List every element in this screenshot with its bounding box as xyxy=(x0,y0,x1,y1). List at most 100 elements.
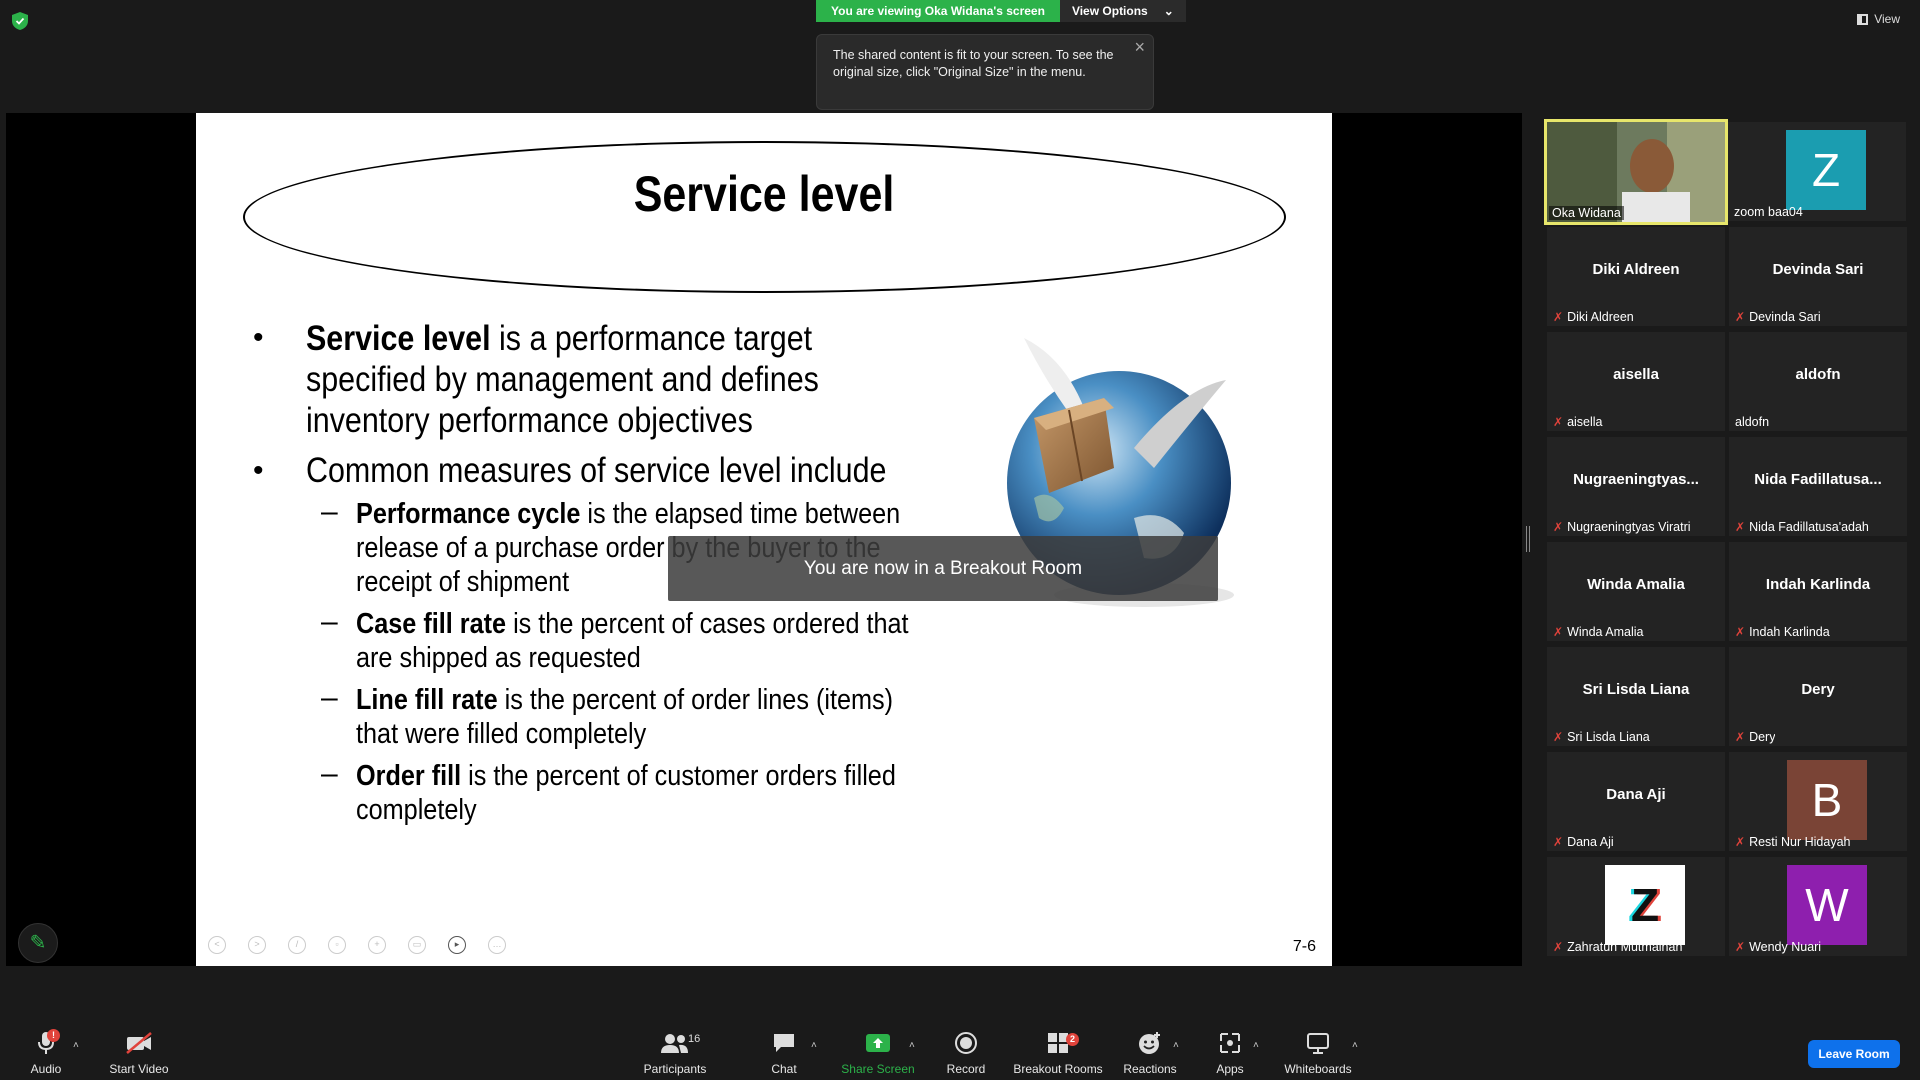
apps-icon xyxy=(1220,1033,1240,1053)
slide-title: Service level xyxy=(633,166,895,222)
pen-icon[interactable]: / xyxy=(288,936,306,954)
participant-tile-indah-karlinda[interactable]: Indah Karlinda ✗ Indah Karlinda xyxy=(1729,542,1907,641)
close-icon[interactable]: × xyxy=(1134,38,1145,56)
participant-tile-zoom-baa04[interactable]: Z zoom baa04 xyxy=(1728,122,1906,221)
whiteboards-caret-icon[interactable]: ˄ xyxy=(1352,1040,1358,1051)
participant-name-label: ✗ Diki Aldreen xyxy=(1553,310,1634,324)
bullet-1-term: Service level xyxy=(306,319,491,358)
participants-label: Participants xyxy=(643,1062,707,1076)
sub-4-term: Order fill xyxy=(356,760,462,792)
zoom-icon[interactable]: + xyxy=(368,936,386,954)
participant-name-label: ✗ Wendy Nuari xyxy=(1735,940,1821,954)
sub-1-text: is the elapsed time between xyxy=(580,498,901,530)
participant-tile-aldofn[interactable]: aldofn aldofn xyxy=(1729,332,1907,431)
sub-3-term: Line fill rate xyxy=(356,684,498,716)
audio-alert-badge: ! xyxy=(47,1029,60,1042)
bullet-2: Common measures of service level include xyxy=(306,451,887,490)
participant-name-label: ✗ Sri Lisda Liana xyxy=(1553,730,1650,744)
mic-muted-icon: ✗ xyxy=(1553,415,1564,429)
security-shield-icon[interactable] xyxy=(12,12,28,30)
panel-resize-handle[interactable] xyxy=(1526,526,1530,552)
reactions-caret-icon[interactable]: ˄ xyxy=(1173,1040,1179,1051)
participant-tile-wendy-nuari[interactable]: W ✗ Wendy Nuari xyxy=(1729,857,1907,956)
participant-tile-devinda-sari[interactable]: Devinda Sari ✗ Devinda Sari xyxy=(1729,227,1907,326)
fit-to-screen-tooltip: The shared content is fit to your screen… xyxy=(816,34,1154,110)
avatar: Z xyxy=(1786,130,1866,210)
avatar: W xyxy=(1787,865,1867,945)
mic-muted-icon: ✗ xyxy=(1553,730,1564,744)
participant-name-label: ✗ Indah Karlinda xyxy=(1735,625,1830,639)
sub-3-line-2: that were filled completely xyxy=(356,718,647,750)
video-off-icon xyxy=(126,1032,152,1054)
sub-2-term: Case fill rate xyxy=(356,608,507,640)
participant-tile-sri-lisda-liana[interactable]: Sri Lisda Liana ✗ Sri Lisda Liana xyxy=(1547,647,1725,746)
more-icon[interactable]: … xyxy=(488,936,506,954)
view-label: View xyxy=(1874,12,1900,26)
participant-tile-zahratun-mutmainah[interactable]: Z ✗ Zahratun Mutmainah xyxy=(1547,857,1725,956)
breakout-rooms-icon xyxy=(1048,1033,1068,1053)
slides-icon[interactable]: ▭ xyxy=(408,936,426,954)
participant-display-name: Dana Aji xyxy=(1606,786,1666,803)
audio-label: Audio xyxy=(30,1062,62,1076)
sub-3-line-1: Line fill rate is the percent of order l… xyxy=(356,683,893,717)
participant-tile-oka-widana[interactable]: Oka Widana xyxy=(1544,119,1728,225)
participant-name-label: Oka Widana xyxy=(1549,206,1624,220)
participant-tile-dana-aji[interactable]: Dana Aji ✗ Dana Aji xyxy=(1547,752,1725,851)
participant-name-label: ✗ Dery xyxy=(1735,730,1775,744)
breakout-rooms-label: Breakout Rooms xyxy=(1013,1062,1103,1076)
participant-name-label: ✗ Zahratun Mutmainah xyxy=(1553,940,1682,954)
participant-tile-dery[interactable]: Dery ✗ Dery xyxy=(1729,647,1907,746)
participant-tile-nugraeningtyas[interactable]: Nugraeningtyas... ✗ Nugraeningtyas Viratr… xyxy=(1547,437,1725,536)
participant-tile-nida[interactable]: Nida Fadillatusa... ✗ Nida Fadillatusa'ad… xyxy=(1729,437,1907,536)
participant-name: Nida Fadillatusa'adah xyxy=(1749,520,1869,534)
participant-name: Diki Aldreen xyxy=(1567,310,1634,324)
slide-controls: < > / ▫ + ▭ ▸ … xyxy=(208,936,506,954)
participant-name-label: aldofn xyxy=(1735,415,1769,429)
participant-name: Wendy Nuari xyxy=(1749,940,1822,954)
share-caret-icon[interactable]: ˄ xyxy=(909,1040,915,1051)
participant-display-name: Nugraeningtyas... xyxy=(1573,471,1699,488)
audio-caret-icon[interactable]: ˄ xyxy=(73,1040,79,1051)
sub-4-line-2: completely xyxy=(356,794,477,826)
sub-4-text: is the percent of customer orders filled xyxy=(461,760,896,792)
sub-4-line-1: Order fill is the percent of customer or… xyxy=(356,759,896,793)
whiteboards-label: Whiteboards xyxy=(1284,1062,1352,1076)
whiteboards-button[interactable]: Whiteboards xyxy=(1282,1030,1354,1076)
leave-room-button[interactable]: Leave Room xyxy=(1808,1040,1900,1068)
annotate-pencil-icon[interactable]: ✎ xyxy=(18,923,58,963)
start-video-button[interactable]: Start Video xyxy=(104,1030,174,1076)
previous-slide-icon[interactable]: < xyxy=(208,936,226,954)
view-options-label: View Options xyxy=(1071,4,1148,18)
apps-caret-icon[interactable]: ˄ xyxy=(1253,1040,1259,1051)
participant-tile-diki-aldreen[interactable]: Diki Aldreen ✗ Diki Aldreen xyxy=(1547,227,1725,326)
view-options-button[interactable]: View Options ⌄ xyxy=(1059,0,1186,22)
participant-tile-winda-amalia[interactable]: Winda Amalia ✗ Winda Amalia xyxy=(1547,542,1725,641)
participant-name-label: ✗ aisella xyxy=(1553,415,1603,429)
breakout-rooms-button[interactable]: Breakout Rooms xyxy=(1012,1030,1104,1076)
participant-name-label: ✗ Winda Amalia xyxy=(1553,625,1644,639)
chat-caret-icon[interactable]: ˄ xyxy=(811,1040,817,1051)
participant-name: Resti Nur Hidayah xyxy=(1749,835,1851,849)
mic-muted-icon: ✗ xyxy=(1735,625,1746,639)
chat-button[interactable]: Chat xyxy=(766,1030,802,1076)
copy-icon[interactable]: ▫ xyxy=(328,936,346,954)
view-button[interactable]: View xyxy=(1857,12,1900,26)
apps-button[interactable]: Apps xyxy=(1210,1030,1250,1076)
record-button[interactable]: Record xyxy=(944,1030,988,1076)
participant-name: Devinda Sari xyxy=(1749,310,1821,324)
video-icon[interactable]: ▸ xyxy=(448,936,466,954)
participant-name: Indah Karlinda xyxy=(1749,625,1830,639)
participant-name: aldofn xyxy=(1735,415,1770,429)
mic-muted-icon: ✗ xyxy=(1553,625,1564,639)
share-screen-button[interactable]: Share Screen xyxy=(838,1030,918,1076)
participant-tile-resti-nur-hidayah[interactable]: B ✗ Resti Nur Hidayah xyxy=(1729,752,1907,851)
reactions-button[interactable]: Reactions xyxy=(1120,1030,1180,1076)
next-slide-icon[interactable]: > xyxy=(248,936,266,954)
participant-name: zoom baa04 xyxy=(1734,205,1803,219)
participant-tile-aisella[interactable]: aisella ✗ aisella xyxy=(1547,332,1725,431)
record-icon xyxy=(955,1032,977,1054)
mic-muted-icon: ✗ xyxy=(1735,520,1746,534)
participant-name-label: ✗ Devinda Sari xyxy=(1735,310,1821,324)
viewing-indicator: You are viewing Oka Widana's screen xyxy=(816,0,1060,22)
mic-muted-icon: ✗ xyxy=(1553,940,1564,954)
